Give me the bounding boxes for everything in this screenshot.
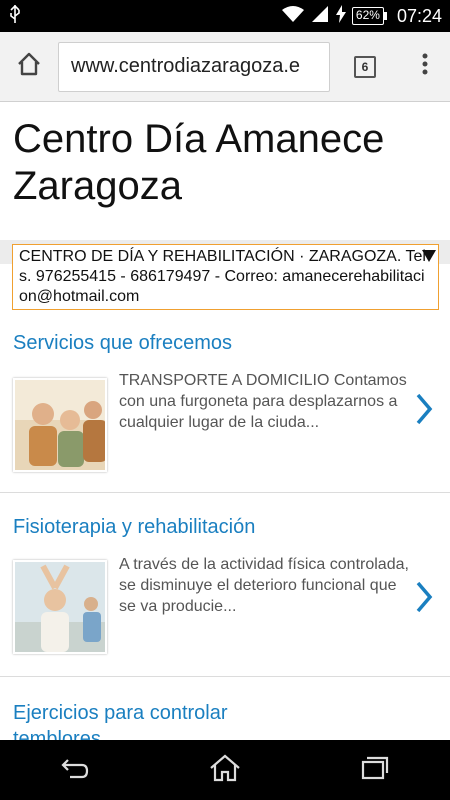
- chevron-right-icon[interactable]: [414, 580, 434, 623]
- home-nav-button[interactable]: [185, 740, 265, 800]
- section-title[interactable]: Fisioterapia y rehabilitación: [0, 516, 450, 539]
- recents-icon: [361, 756, 389, 785]
- url-field[interactable]: www.centrodiazaragoza.e: [58, 41, 330, 92]
- home-icon: [209, 754, 241, 787]
- more-vert-icon: [422, 53, 428, 80]
- divider: [0, 492, 450, 493]
- back-button[interactable]: [35, 740, 115, 800]
- signal-icon: [310, 5, 330, 28]
- tab-count: 6: [354, 55, 376, 78]
- tabs-button[interactable]: 6: [330, 32, 400, 102]
- overflow-menu-button[interactable]: [400, 32, 450, 102]
- recents-button[interactable]: [335, 740, 415, 800]
- ticker-arrow-icon[interactable]: [422, 250, 436, 262]
- charging-icon: [335, 4, 346, 28]
- system-nav-bar: [0, 740, 450, 800]
- usb-icon: [8, 4, 22, 29]
- section-summary: TRANSPORTE A DOMICILIO Contamos con una …: [119, 372, 407, 431]
- contact-ticker: CENTRO DE DÍA Y REHABILITACIÓN · ZARAGOZ…: [12, 244, 439, 310]
- back-icon: [60, 756, 90, 785]
- wifi-icon: [281, 5, 304, 28]
- home-button[interactable]: [0, 32, 58, 102]
- clock: 07:24: [396, 5, 442, 26]
- section-summary: A través de la actividad física controla…: [119, 556, 409, 615]
- section-temblores[interactable]: Ejercicios para controlar temblores: [0, 700, 450, 740]
- elderly-exercise-thumbnail[interactable]: [13, 560, 107, 654]
- battery-icon: 62%: [351, 7, 387, 25]
- section-title[interactable]: Servicios que ofrecemos: [0, 332, 450, 355]
- elderly-group-thumbnail[interactable]: [13, 378, 107, 472]
- page-content: Centro Día Amanece Zaragoza CENTRO DE DÍ…: [0, 102, 450, 740]
- battery-level: 62%: [351, 7, 384, 25]
- status-right: 62% 07:24: [281, 4, 442, 28]
- home-icon: [16, 51, 42, 82]
- browser-toolbar: www.centrodiazaragoza.e 6: [0, 32, 450, 102]
- divider: [0, 676, 450, 677]
- status-bar: 62% 07:24: [0, 0, 450, 32]
- section-servicios[interactable]: Servicios que ofrecemos TRANSPORTE A DOM…: [0, 332, 450, 472]
- status-left: [8, 4, 282, 29]
- section-title[interactable]: Ejercicios para controlar temblores: [0, 700, 300, 740]
- chevron-right-icon[interactable]: [414, 392, 434, 435]
- page-title: Centro Día Amanece Zaragoza: [13, 117, 385, 208]
- section-fisioterapia[interactable]: Fisioterapia y rehabilitación A través d…: [0, 516, 450, 654]
